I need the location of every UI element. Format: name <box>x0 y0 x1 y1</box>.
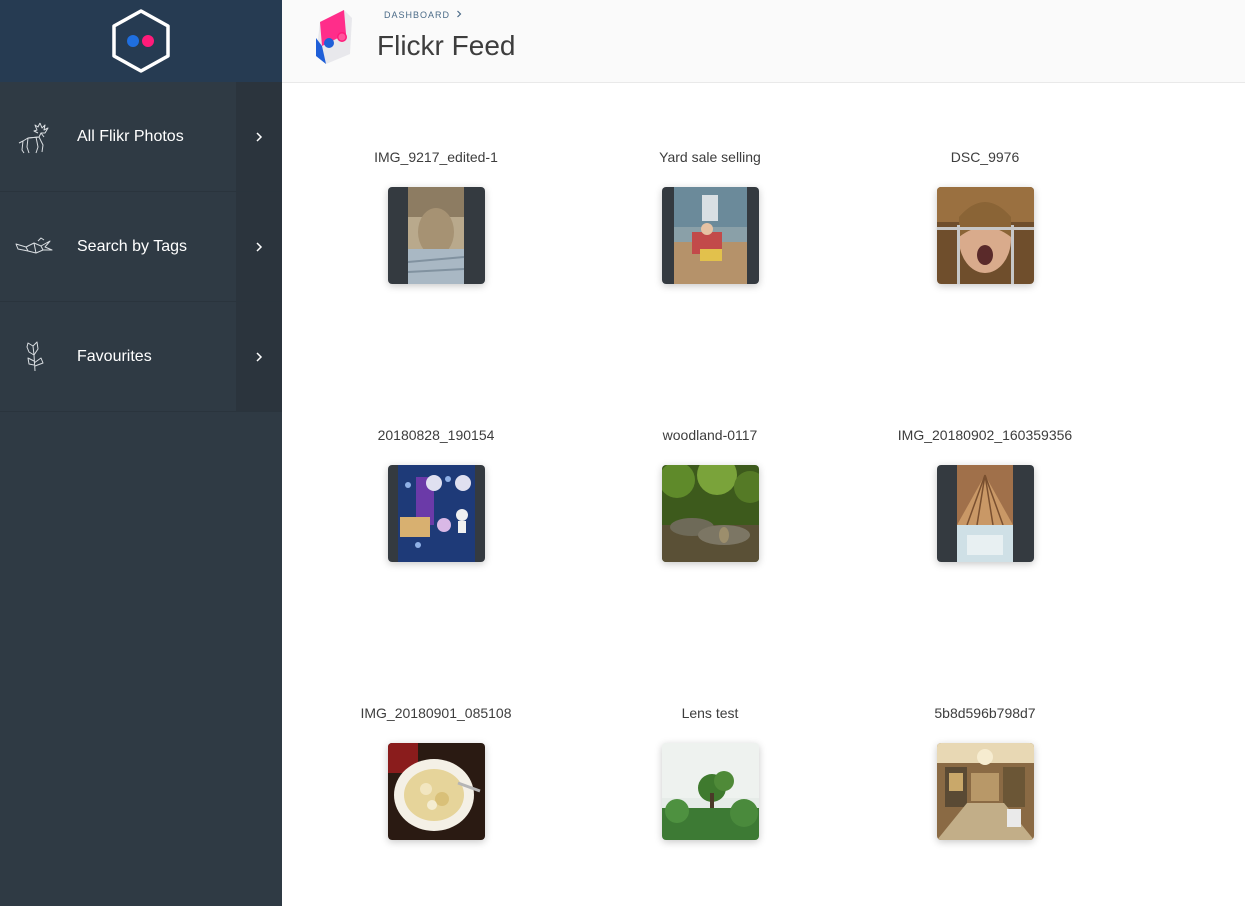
photo-thumbnail[interactable] <box>387 743 485 840</box>
bird-icon <box>15 237 53 253</box>
photo-title: woodland-0117 <box>662 427 758 443</box>
photo-title: Yard sale selling <box>659 149 761 165</box>
photo-card[interactable]: 20180828_190154 <box>326 426 546 562</box>
photo-card[interactable]: 5b8d596b798d7 <box>875 704 1095 840</box>
photo-card[interactable]: IMG_20180902_160359356 <box>875 426 1095 562</box>
page-header: DASHBOARD Flickr Feed <box>282 0 1245 83</box>
sidebar-item-favourites[interactable]: Favourites <box>0 302 282 412</box>
photo-thumbnail[interactable] <box>936 187 1034 284</box>
deer-icon <box>18 122 49 153</box>
photo-title: Lens test <box>681 705 739 721</box>
photo-thumbnail[interactable] <box>936 465 1034 562</box>
photo-card[interactable]: DSC_9976 <box>875 148 1095 284</box>
chevron-right-icon <box>236 192 282 301</box>
chevron-right-icon <box>456 10 462 20</box>
photo-thumbnail[interactable] <box>936 743 1034 840</box>
photo-thumbnail[interactable] <box>661 743 759 840</box>
photo-grid: IMG_9217_edited-1 Yard sale selling DSC_… <box>282 83 1245 906</box>
photo-thumbnail[interactable] <box>661 465 759 562</box>
sidebar-item-label: Search by Tags <box>77 237 187 255</box>
photo-card[interactable]: Lens test <box>600 704 820 840</box>
photo-title: 5b8d596b798d7 <box>934 705 1036 721</box>
photo-card[interactable]: woodland-0117 <box>600 426 820 562</box>
sidebar-item-all-photos[interactable]: All Flikr Photos <box>0 82 282 192</box>
sidebar-item-label: Favourites <box>77 347 152 365</box>
sidebar-item-search-tags[interactable]: Search by Tags <box>0 192 282 302</box>
photo-thumbnail[interactable] <box>387 465 485 562</box>
photo-title: IMG_20180901_085108 <box>360 705 512 721</box>
flower-icon <box>26 341 44 371</box>
photo-thumbnail[interactable] <box>387 187 485 284</box>
photo-title: DSC_9976 <box>950 149 1020 165</box>
sidebar-item-label: All Flikr Photos <box>77 127 184 145</box>
chevron-right-icon <box>236 302 282 411</box>
flickr-hexagon-logo-icon <box>112 9 170 73</box>
flickr-app-logo-icon <box>316 10 352 64</box>
chevron-right-icon <box>236 82 282 191</box>
photo-card[interactable]: IMG_20180901_085108 <box>326 704 546 840</box>
photo-card[interactable]: Yard sale selling <box>600 148 820 284</box>
photo-title: IMG_9217_edited-1 <box>374 149 498 165</box>
page-title: Flickr Feed <box>377 30 516 61</box>
breadcrumb[interactable]: DASHBOARD <box>384 10 462 20</box>
photo-card[interactable]: IMG_9217_edited-1 <box>326 148 546 284</box>
sidebar: All Flikr Photos Search by Tags Favourit… <box>0 0 282 906</box>
breadcrumb-item[interactable]: DASHBOARD <box>384 10 450 20</box>
sidebar-logo[interactable] <box>0 0 282 82</box>
photo-title: 20180828_190154 <box>377 427 495 443</box>
photo-thumbnail[interactable] <box>661 187 759 284</box>
photo-title: IMG_20180902_160359356 <box>897 427 1073 443</box>
